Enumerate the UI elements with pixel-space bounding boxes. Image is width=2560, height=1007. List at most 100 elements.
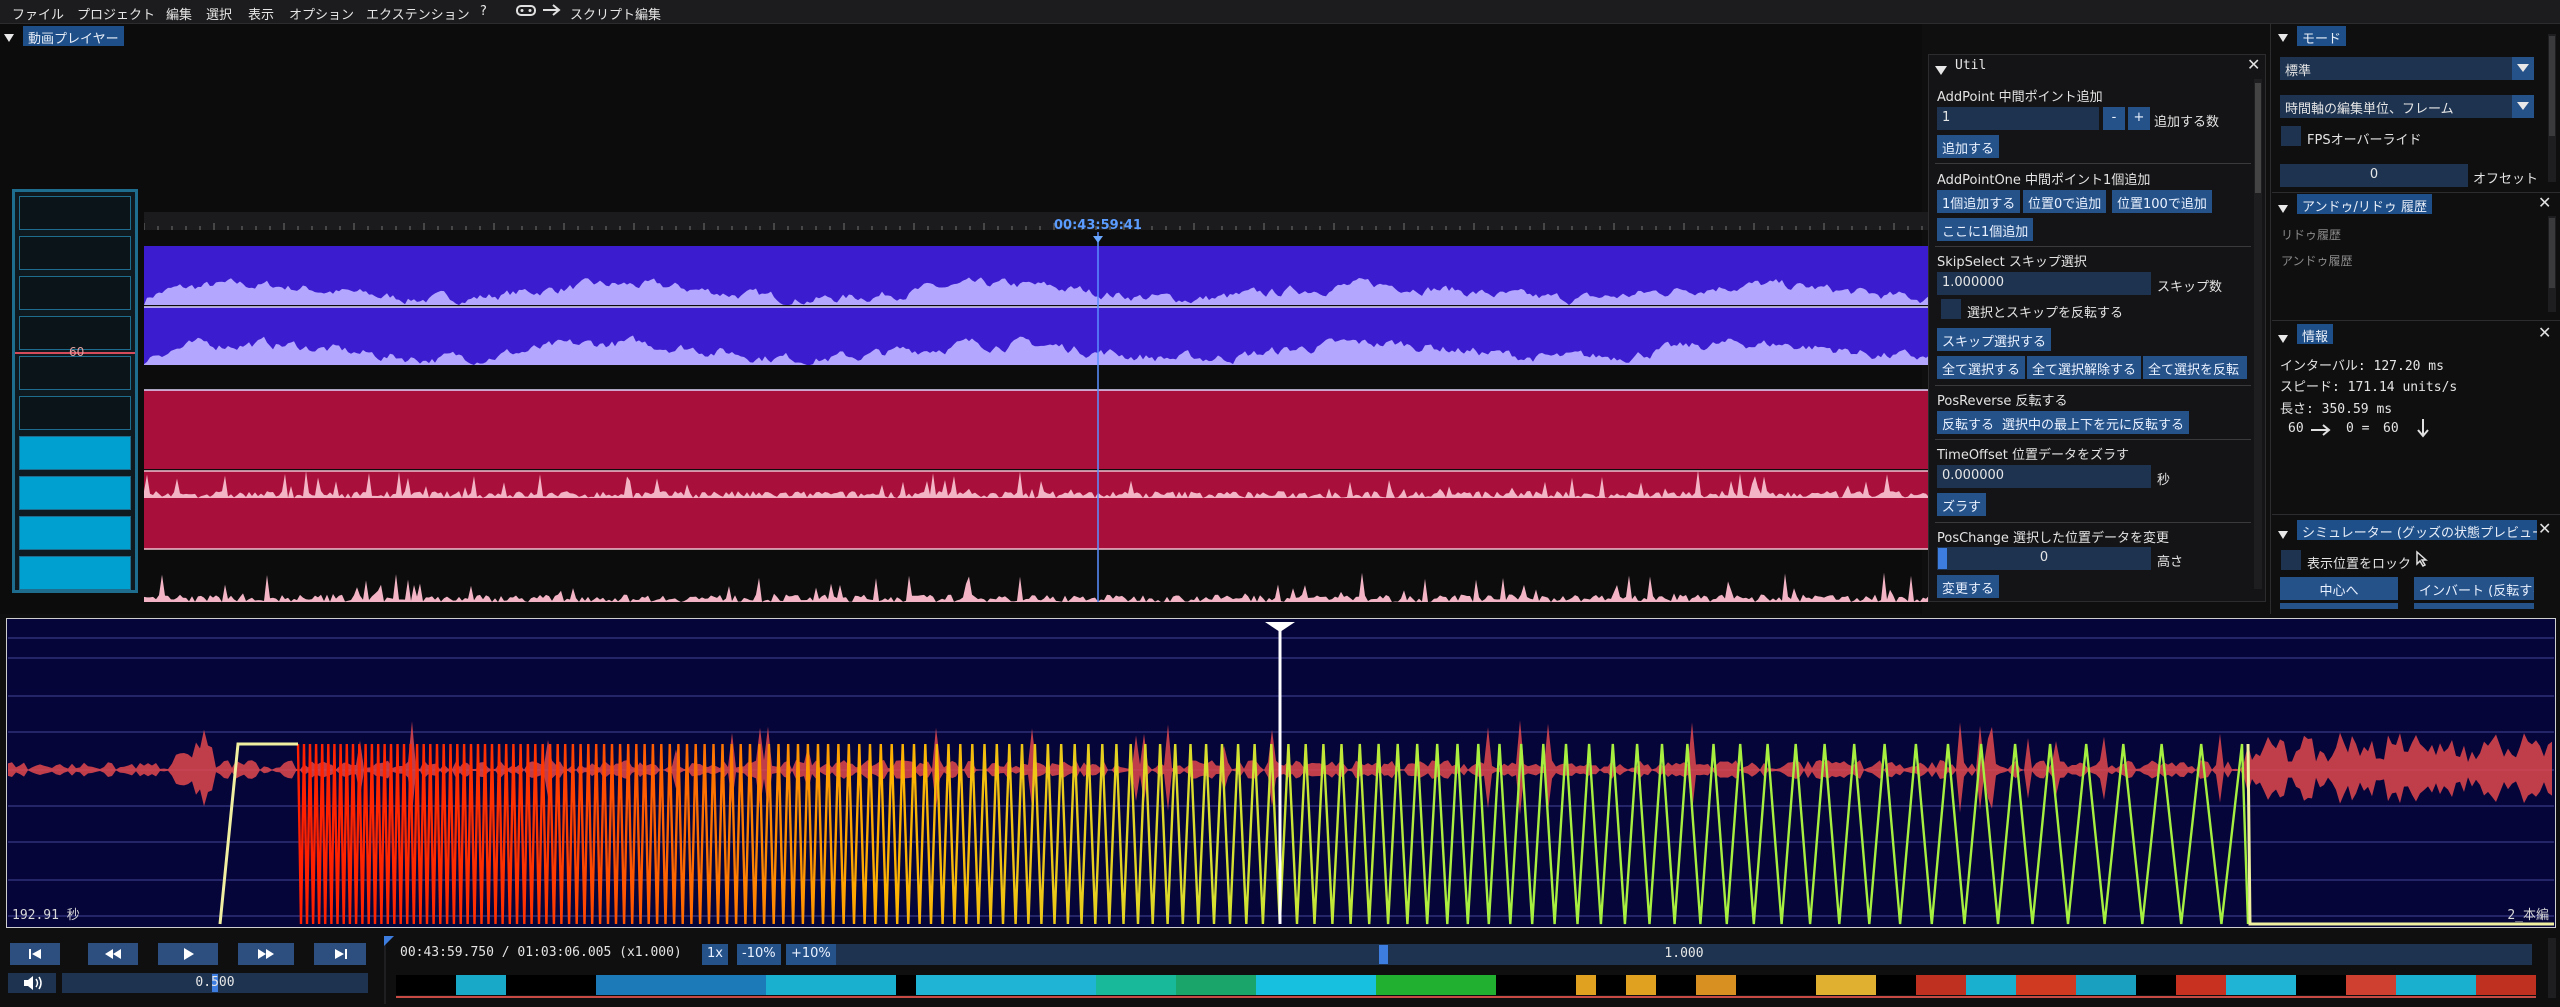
- controls-scrollbar[interactable]: [2548, 938, 2556, 998]
- mode-select[interactable]: 標準: [2280, 57, 2534, 80]
- menu-option[interactable]: オプション: [289, 4, 354, 23]
- poschange-value: 0: [2039, 550, 2049, 565]
- heatmap-segment: [1096, 975, 1176, 995]
- info-length: 長さ: 350.59 ms: [2280, 402, 2393, 417]
- info-close-icon[interactable]: ✕: [2538, 325, 2551, 341]
- reverse-button[interactable]: 反転する: [1937, 411, 2000, 434]
- playhead-marker[interactable]: [1093, 236, 1103, 243]
- audio-track-area[interactable]: 00:43:59:41: [144, 212, 1930, 602]
- reverse-updown-button[interactable]: 選択中の最上下を元に反転する: [1997, 411, 2190, 434]
- util-scrollbar[interactable]: [2254, 79, 2262, 589]
- add-pos0-button[interactable]: 位置0で追加: [2023, 190, 2107, 213]
- change-button[interactable]: 変更する: [1937, 575, 2000, 598]
- info-tab[interactable]: 情報: [2297, 324, 2334, 345]
- gauge-cell: [19, 516, 131, 550]
- fps-override-checkbox[interactable]: [2281, 126, 2301, 146]
- heatmap-segment: [396, 975, 456, 995]
- simulator-close-icon[interactable]: ✕: [2538, 521, 2551, 537]
- heatmap-segment: [1916, 975, 1966, 995]
- poschange-slider-handle[interactable]: [1938, 548, 1947, 569]
- invert-button[interactable]: インバート (反転する: [2414, 577, 2534, 600]
- gauge-cell: [19, 476, 131, 510]
- heatmap-bar[interactable]: [396, 975, 2536, 995]
- skip-back-button[interactable]: [10, 943, 60, 965]
- timeline-duration-label: 192.91 秒: [12, 908, 80, 923]
- add-here-button[interactable]: ここに1個追加: [1937, 218, 2034, 241]
- edit-unit-chevron-icon[interactable]: [2512, 95, 2534, 118]
- audio-track-2b: [144, 471, 1930, 549]
- menu-view[interactable]: 表示: [248, 4, 274, 23]
- heatmap-segment: [1256, 975, 1376, 995]
- speed-plus-button[interactable]: +10%: [786, 944, 836, 965]
- info-collapse-icon[interactable]: [2278, 328, 2288, 347]
- invert-all-button[interactable]: 全て選択を反転: [2143, 356, 2247, 379]
- heatmap-segment: [2226, 975, 2296, 995]
- volume-button[interactable]: [8, 973, 56, 993]
- menu-edit[interactable]: 編集: [166, 4, 192, 23]
- skipselect-title: SkipSelect スキップ選択: [1937, 255, 2087, 270]
- menu-project[interactable]: プロジェクト: [77, 4, 155, 23]
- simulator-tab[interactable]: シミュレーター (グッズの状態プレビュー: [2297, 520, 2537, 540]
- speed-minus-button[interactable]: -10%: [737, 944, 781, 965]
- mode-select-value: 標準: [2285, 64, 2312, 79]
- center-button[interactable]: 中心へ: [2280, 577, 2398, 600]
- poschange-slider[interactable]: 0: [1937, 547, 2151, 570]
- menu-help[interactable]: ?: [480, 4, 487, 19]
- speed-1x-button[interactable]: 1x: [702, 944, 728, 965]
- add-one-button[interactable]: 1個追加する: [1937, 190, 2021, 213]
- addpoint-count-input[interactable]: 1: [1937, 107, 2099, 130]
- heatmap-segment: [1176, 975, 1256, 995]
- addpoint-minus-button[interactable]: -: [2103, 107, 2125, 130]
- timeoffset-unit: 秒: [2157, 473, 2171, 488]
- undo-tab[interactable]: アンドゥ/リドゥ 履歴: [2297, 194, 2432, 215]
- util-panel: Util ✕ AddPoint 中間ポイント追加 1 - + 追加する数 追加す…: [1928, 54, 2266, 602]
- lock-position-checkbox[interactable]: [2281, 550, 2301, 570]
- deselect-all-button[interactable]: 全て選択解除する: [2027, 356, 2142, 379]
- fast-forward-button[interactable]: [238, 943, 294, 965]
- volume-slider[interactable]: 0.500: [62, 973, 368, 993]
- mode-scrollbar[interactable]: [2548, 34, 2556, 182]
- skip-select-button[interactable]: スキップ選択する: [1937, 328, 2052, 351]
- invert-skip-checkbox[interactable]: [1941, 299, 1961, 319]
- add-pos100-button[interactable]: 位置100で追加: [2112, 190, 2212, 213]
- menu-extension[interactable]: エクステンション: [366, 4, 470, 23]
- rewind-button[interactable]: [88, 943, 138, 965]
- redo-history-label: リドゥ履歴: [2281, 228, 2342, 242]
- script-timeline[interactable]: 192.91 秒 2_本編: [6, 618, 2556, 928]
- invert-skip-label: 選択とスキップを反転する: [1967, 306, 2124, 321]
- gauge-cell: [19, 276, 131, 310]
- menu-script-edit[interactable]: スクリプト編集: [570, 4, 661, 23]
- mode-collapse-icon[interactable]: [2278, 27, 2288, 46]
- shift-button[interactable]: ズラす: [1937, 493, 1987, 516]
- menu-select[interactable]: 選択: [206, 4, 232, 23]
- gamepad-icon[interactable]: [516, 3, 536, 21]
- fps-override-label: FPSオーバーライド: [2307, 133, 2422, 148]
- offset-input[interactable]: 0: [2280, 164, 2468, 187]
- speed-slider[interactable]: 1.000: [836, 944, 2532, 965]
- skip-back-icon: [29, 949, 41, 959]
- undo-scrollbar[interactable]: [2548, 216, 2556, 312]
- edit-unit-select[interactable]: 時間軸の編集単位、フレーム: [2280, 95, 2534, 118]
- undo-close-icon[interactable]: ✕: [2538, 195, 2551, 211]
- menu-file[interactable]: ファイル: [12, 4, 64, 23]
- skip-forward-button[interactable]: [314, 943, 366, 965]
- util-close-icon[interactable]: ✕: [2247, 57, 2260, 73]
- util-collapse-icon[interactable]: [1935, 60, 1947, 79]
- heatmap-segment: [2396, 975, 2476, 995]
- addpointone-title: AddPointOne 中間ポイント1個追加: [1937, 173, 2151, 188]
- play-button[interactable]: [158, 943, 218, 965]
- addpoint-add-button[interactable]: 追加する: [1937, 135, 2000, 158]
- select-all-button[interactable]: 全て選択する: [1937, 356, 2026, 379]
- video-player-collapse-icon[interactable]: [4, 27, 14, 46]
- skip-count-input[interactable]: 1.000000: [1937, 272, 2151, 295]
- poschange-height-label: 高さ: [2157, 555, 2184, 570]
- mode-tab[interactable]: モード: [2297, 26, 2347, 47]
- skip-count-label: スキップ数: [2157, 280, 2223, 295]
- addpoint-plus-button[interactable]: +: [2128, 107, 2150, 130]
- volume-value: 0.500: [195, 975, 235, 990]
- undo-collapse-icon[interactable]: [2278, 198, 2288, 217]
- video-player-tab[interactable]: 動画プレイヤー: [23, 26, 124, 47]
- simulator-collapse-icon[interactable]: [2278, 524, 2288, 543]
- mode-select-chevron-icon[interactable]: [2512, 57, 2534, 80]
- timeoffset-input[interactable]: 0.000000: [1937, 465, 2151, 488]
